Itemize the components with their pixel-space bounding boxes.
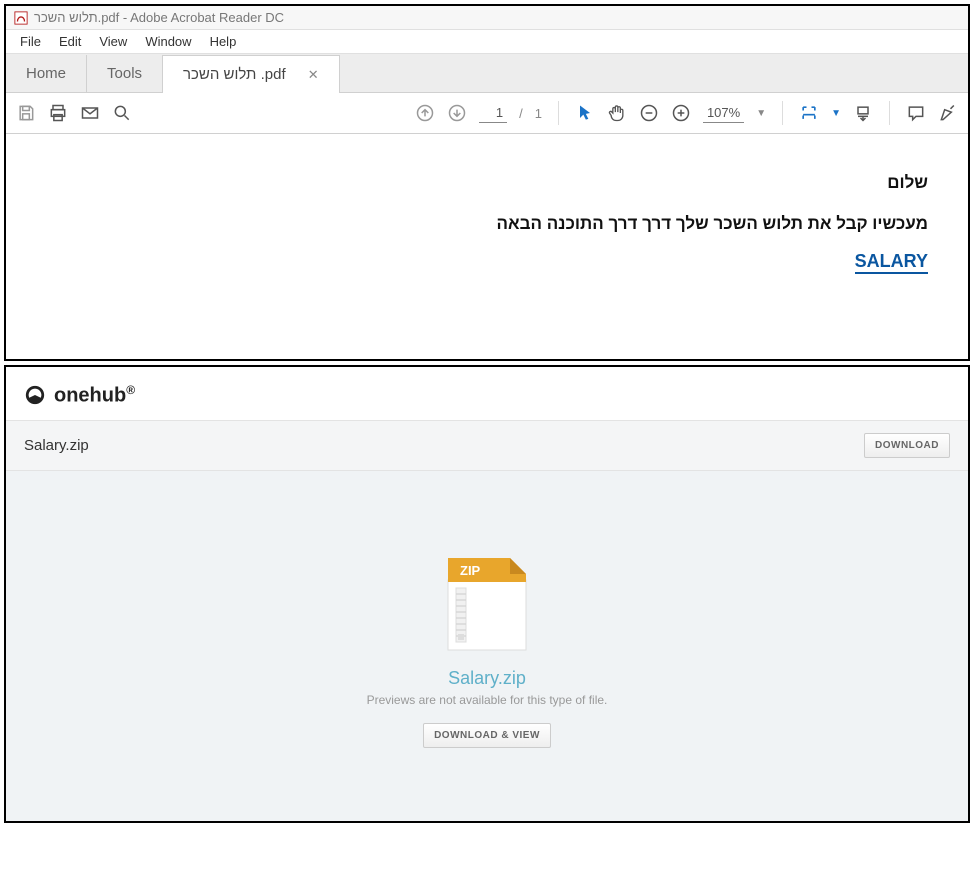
salary-link[interactable]: SALARY (855, 251, 928, 274)
menubar: File Edit View Window Help (6, 30, 968, 54)
onehub-brand-text: onehub (54, 385, 126, 407)
svg-text:ZIP: ZIP (460, 563, 481, 578)
menu-edit[interactable]: Edit (51, 32, 89, 51)
onehub-mark-icon (24, 384, 46, 406)
titlebar: תלוש השכר.pdf - Adobe Acrobat Reader DC (6, 6, 968, 30)
fit-chevron-icon[interactable]: ▼ (831, 108, 841, 119)
zoom-level[interactable]: 107% (703, 104, 744, 123)
onehub-header: onehub® (6, 367, 968, 420)
magnifier-icon[interactable] (112, 103, 132, 123)
page-up-icon[interactable] (415, 103, 435, 123)
sign-icon[interactable] (938, 103, 958, 123)
scroll-mode-icon[interactable] (853, 103, 873, 123)
menu-window[interactable]: Window (137, 32, 199, 51)
download-button[interactable]: DOWNLOAD (864, 433, 950, 458)
fit-width-icon[interactable] (799, 103, 819, 123)
zoom-in-icon[interactable] (671, 103, 691, 123)
preview-message: Previews are not available for this type… (367, 693, 608, 707)
tab-home[interactable]: Home (6, 55, 87, 92)
chevron-down-icon[interactable]: ▼ (756, 108, 766, 119)
acrobat-window: תלוש השכר.pdf - Adobe Acrobat Reader DC … (4, 4, 970, 361)
comment-icon[interactable] (906, 103, 926, 123)
menu-help[interactable]: Help (202, 32, 245, 51)
hand-icon[interactable] (607, 103, 627, 123)
pointer-icon[interactable] (575, 103, 595, 123)
tab-document-label: תלוש השכר .pdf (183, 66, 286, 83)
download-view-button[interactable]: DOWNLOAD & VIEW (423, 723, 551, 748)
save-icon[interactable] (16, 103, 36, 123)
onehub-logo: onehub® (24, 383, 135, 408)
zip-file-icon: ZIP (442, 554, 532, 654)
page-number-input[interactable] (479, 103, 507, 123)
acrobat-app-icon (14, 11, 28, 25)
doc-line-2: מעכשיו קבל את תלוש השכר שלך דרך דרך התוכ… (46, 210, 928, 237)
tab-document[interactable]: תלוש השכר .pdf ✕ (163, 55, 340, 93)
tab-tools[interactable]: Tools (87, 55, 163, 92)
page-down-icon[interactable] (447, 103, 467, 123)
body-filename: Salary.zip (448, 668, 526, 689)
tabbar: Home Tools תלוש השכר .pdf ✕ (6, 54, 968, 93)
doc-line-1: שלום (46, 169, 928, 196)
filebar-filename: Salary.zip (24, 437, 89, 454)
close-icon[interactable]: ✕ (308, 67, 319, 82)
window-title: תלוש השכר.pdf - Adobe Acrobat Reader DC (34, 10, 284, 25)
onehub-filebar: Salary.zip DOWNLOAD (6, 420, 968, 471)
toolbar: / 1 107% ▼ ▼ (6, 93, 968, 134)
page-total: 1 (535, 106, 542, 121)
zoom-out-icon[interactable] (639, 103, 659, 123)
print-icon[interactable] (48, 103, 68, 123)
menu-view[interactable]: View (91, 32, 135, 51)
onehub-window: onehub® Salary.zip DOWNLOAD ZIP Salary.z… (4, 365, 970, 823)
envelope-icon[interactable] (80, 103, 100, 123)
onehub-body: ZIP Salary.zip Previews are not availabl… (6, 471, 968, 821)
document-area: שלום מעכשיו קבל את תלוש השכר שלך דרך דרך… (6, 134, 968, 359)
page-separator: / (519, 106, 523, 121)
menu-file[interactable]: File (12, 32, 49, 51)
